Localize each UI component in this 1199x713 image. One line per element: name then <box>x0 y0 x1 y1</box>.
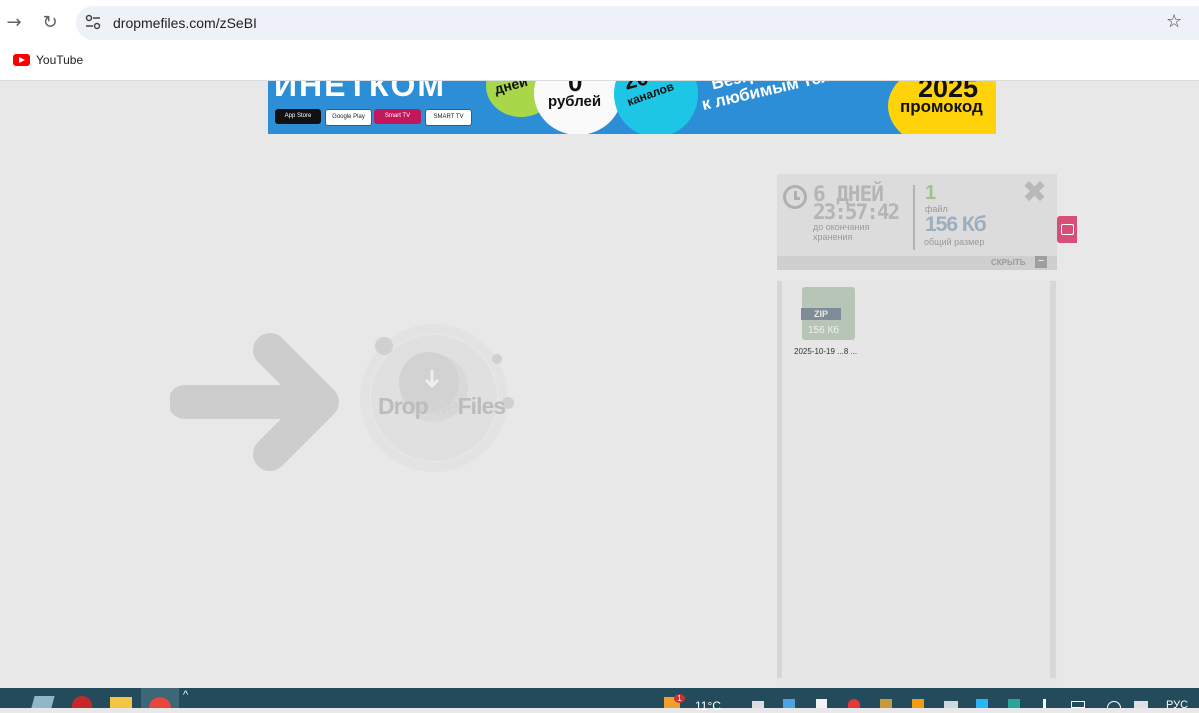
logo-wordmark: DropMeFiles <box>378 393 506 420</box>
tray-icon-7[interactable] <box>944 701 958 708</box>
tray-icon-6[interactable] <box>912 699 924 708</box>
file-count: 1 <box>925 182 937 204</box>
wifi-icon[interactable] <box>1107 701 1121 708</box>
google-play-badge[interactable]: Google Play <box>325 109 372 126</box>
bookmarks-bar <box>0 46 1199 81</box>
folder-icon[interactable] <box>110 697 132 708</box>
samsung-smart-tv-badge[interactable]: SMART TV <box>425 109 472 126</box>
hide-label[interactable]: СКРЫТЬ <box>991 258 1025 267</box>
total-size: 156 Кб <box>925 213 987 236</box>
file-list-scrollbar[interactable] <box>1050 281 1056 678</box>
ad-banner[interactable]: ИНЕТКОМ App Store Google Play Smart TV S… <box>268 81 996 134</box>
clock-icon <box>783 185 807 209</box>
battery-icon[interactable] <box>1071 701 1085 708</box>
feedback-icon[interactable] <box>1057 216 1077 243</box>
volume-icon[interactable] <box>1134 701 1148 708</box>
timer-label-line2: хранения <box>813 232 853 242</box>
tray-expand-icon[interactable]: ^ <box>183 689 188 701</box>
bookmark-youtube[interactable]: YouTube <box>36 53 83 67</box>
tray-icon-10[interactable] <box>1043 699 1046 708</box>
taskbar-app-icon[interactable] <box>31 696 55 708</box>
total-size-label: общий размер <box>924 237 985 247</box>
logo-drop: Drop <box>378 393 429 419</box>
countdown-timer: 23:57:42 <box>813 200 900 224</box>
reload-button[interactable]: ↻ <box>38 11 62 35</box>
timer-label-line1: до окончания <box>813 222 870 232</box>
site-info-icon[interactable] <box>84 13 102 31</box>
banner-slogan: Безграничный к любимым телеканалам <box>696 81 911 114</box>
file-size: 156 Кб <box>808 325 840 336</box>
file-list-left-edge <box>777 281 782 678</box>
smart-tv-badge[interactable]: Smart TV <box>374 109 421 124</box>
banner-promo: промокод <box>900 97 983 116</box>
collapse-button[interactable]: − <box>1035 256 1047 268</box>
logo-files: Files <box>457 393 506 419</box>
url-text[interactable]: dropmefiles.com/zSeBI <box>113 15 257 31</box>
timer-label: до окончания хранения <box>813 222 869 242</box>
tray-icon-1[interactable] <box>752 701 764 708</box>
tray-icon-2[interactable] <box>783 699 795 708</box>
youtube-icon[interactable] <box>13 54 30 66</box>
forward-button[interactable]: → <box>2 11 26 35</box>
temperature[interactable]: 11°C <box>695 699 721 713</box>
arrow-right-icon <box>170 333 339 471</box>
opera-icon[interactable] <box>848 699 860 708</box>
skype-icon[interactable] <box>976 699 988 708</box>
close-icon[interactable]: ✖ <box>1022 176 1047 210</box>
language-indicator[interactable]: РУС <box>1166 699 1188 711</box>
tray-icon-9[interactable] <box>1008 699 1020 708</box>
weather-badge: 1 <box>674 694 685 703</box>
file-list <box>777 280 1057 688</box>
banner-rubles: рублей <box>548 93 602 110</box>
banner-logo: ИНЕТКОМ <box>274 81 447 103</box>
file-type-badge: ZIP <box>801 308 841 320</box>
logo-me: Me <box>427 393 459 419</box>
app-store-badge[interactable]: App Store <box>275 109 321 124</box>
tray-icon-3[interactable] <box>816 699 827 708</box>
panel-divider <box>913 185 915 250</box>
tray-icon-5[interactable] <box>880 699 892 708</box>
file-name[interactable]: 2025-10-19 ...8 ... <box>794 347 857 356</box>
bookmark-star-icon[interactable]: ☆ <box>1166 11 1182 32</box>
